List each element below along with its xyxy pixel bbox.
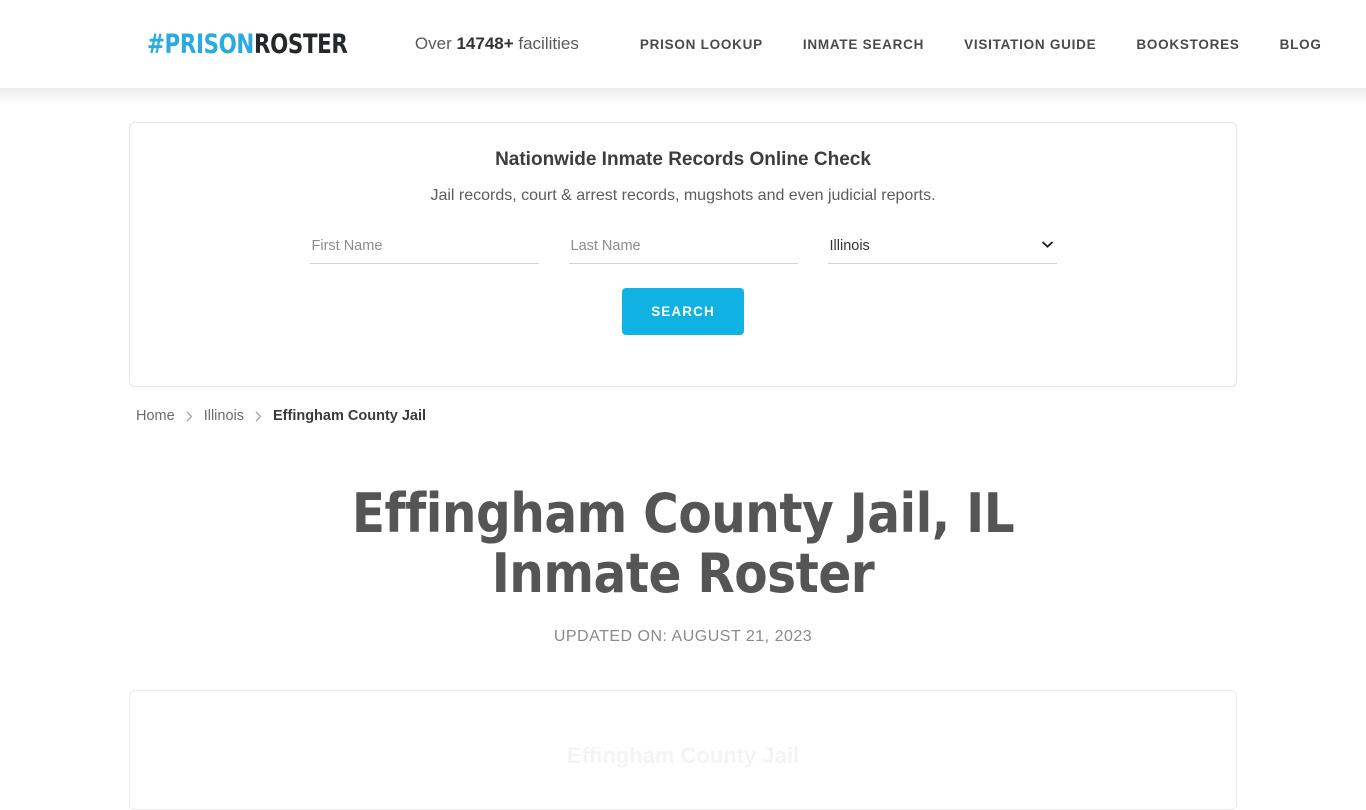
main-navigation: PRISON LOOKUP INMATE SEARCH VISITATION G… (620, 37, 1342, 52)
nav-item-bookstores[interactable]: BOOKSTORES (1116, 37, 1259, 52)
page-title: Effingham County Jail, IL Inmate Roster (351, 482, 1015, 606)
search-button[interactable]: SEARCH (622, 288, 744, 335)
inmate-search-card: Nationwide Inmate Records Online Check J… (129, 122, 1237, 387)
state-field-wrapper: Illinois (827, 234, 1057, 264)
nav-item-inmate-search[interactable]: INMATE SEARCH (783, 37, 944, 52)
facility-count: Over 14748+ facilities (415, 34, 579, 54)
breadcrumb-item-illinois[interactable]: Illinois (204, 408, 244, 424)
facility-count-suffix: facilities (513, 34, 579, 53)
breadcrumb: Home Illinois Effingham County Jail (136, 408, 426, 424)
nav-item-prison-lookup[interactable]: PRISON LOOKUP (620, 37, 783, 52)
nav-item-blog[interactable]: BLOG (1260, 37, 1342, 52)
content-card: Effingham County Jail (129, 690, 1237, 810)
updated-on-label: UPDATED ON: AUGUST 21, 2023 (553, 628, 813, 645)
logo-text-secondary: ROSTER (253, 28, 348, 60)
site-header: #PRISONROSTER Over 14748+ facilities PRI… (0, 0, 1366, 106)
nav-item-visitation-guide[interactable]: VISITATION GUIDE (944, 37, 1116, 52)
state-select[interactable]: Illinois (827, 234, 1057, 264)
search-button-row: SEARCH (130, 264, 1236, 335)
breadcrumb-item-current: Effingham County Jail (272, 408, 427, 424)
facility-count-prefix: Over (414, 34, 457, 53)
breadcrumb-item-home[interactable]: Home (136, 408, 175, 424)
breadcrumb-separator-icon (186, 411, 193, 422)
logo-text-primary: #PRISON (147, 28, 254, 60)
site-logo[interactable]: #PRISONROSTER (147, 31, 348, 58)
first-name-input[interactable] (309, 234, 539, 264)
breadcrumb-separator-icon (255, 411, 262, 422)
last-name-input[interactable] (568, 234, 798, 264)
last-name-field-wrapper (568, 234, 798, 264)
facility-count-number: 14748+ (456, 34, 514, 53)
first-name-field-wrapper (309, 234, 539, 264)
search-card-subtitle: Jail records, court & arrest records, mu… (430, 187, 936, 204)
search-card-title: Nationwide Inmate Records Online Check (495, 149, 871, 170)
content-card-heading: Effingham County Jail (566, 743, 800, 768)
search-form-fields: Illinois (130, 205, 1236, 264)
